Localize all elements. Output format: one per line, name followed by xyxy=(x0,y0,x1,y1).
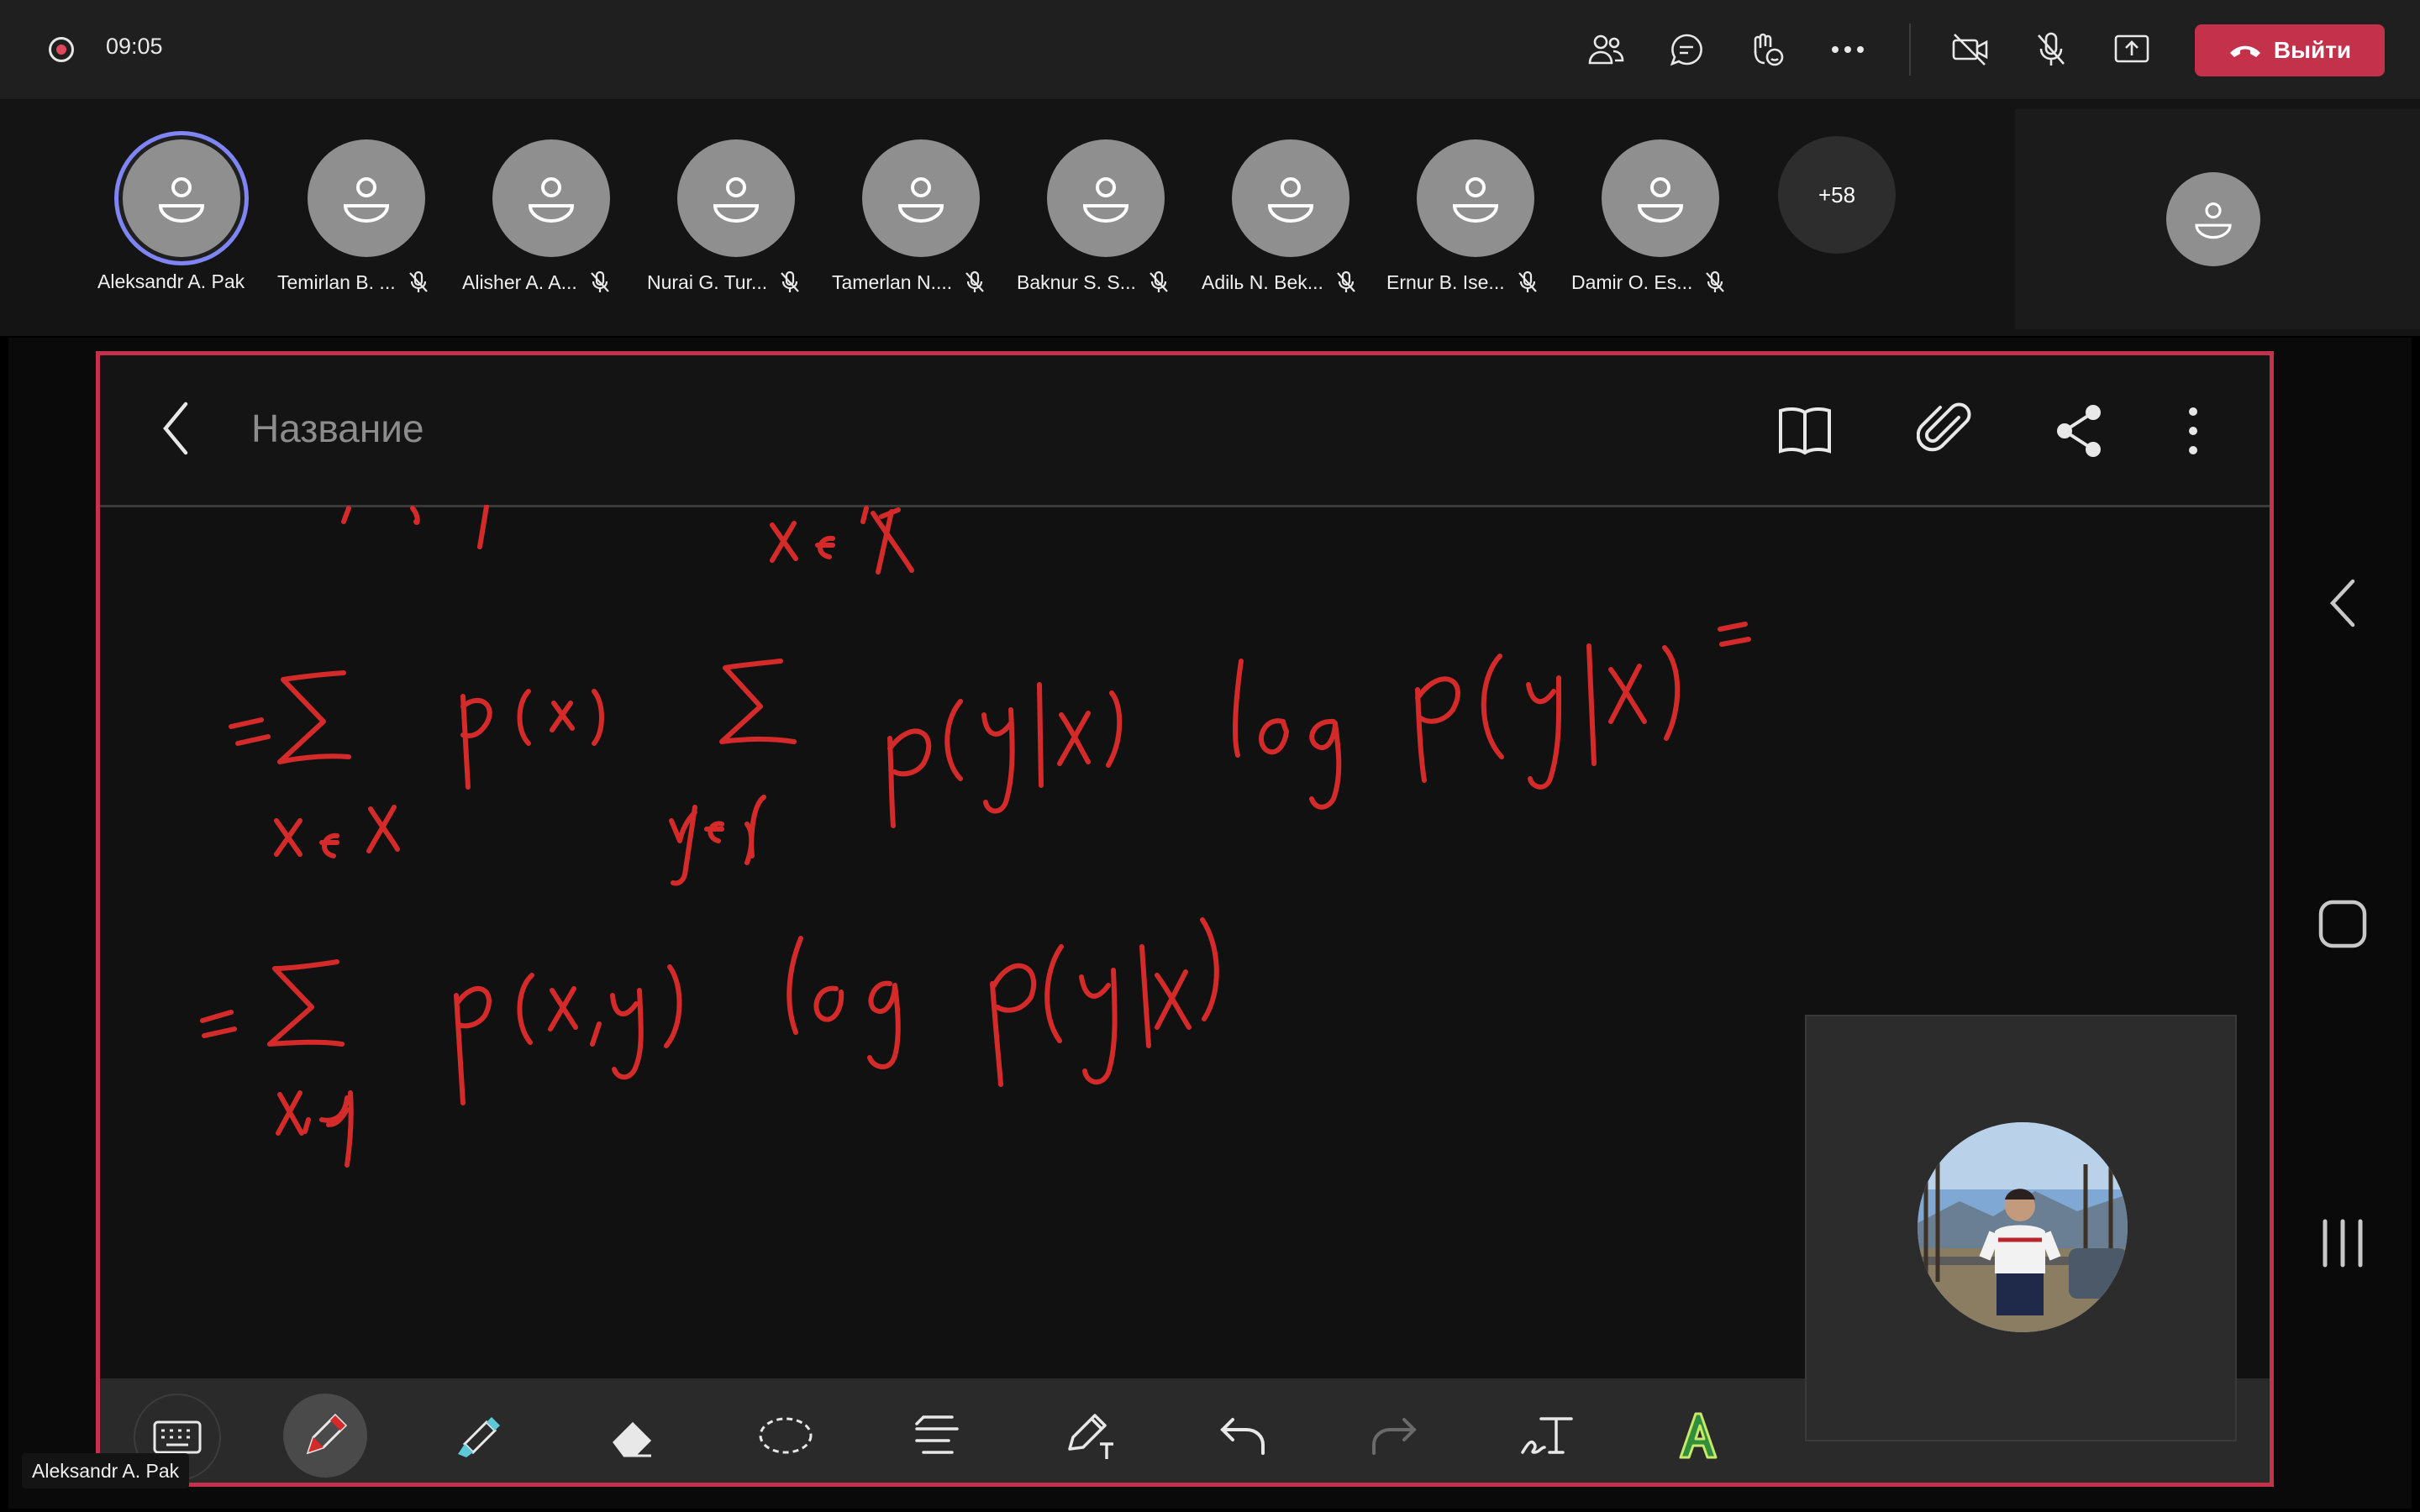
mic-off-icon xyxy=(1150,270,1168,292)
participant-tile[interactable]: Alisher A. A... xyxy=(462,139,639,307)
nav-home-icon[interactable] xyxy=(2301,882,2385,966)
participant-tile[interactable]: Tamerlan N.... xyxy=(832,139,1008,307)
book-icon[interactable] xyxy=(1776,404,1834,458)
leave-label: Выйти xyxy=(2273,37,2352,63)
participant-tile[interactable]: Baknur S. S... xyxy=(1017,139,1193,307)
avatar xyxy=(2166,172,2260,266)
participant-name: Tamerlan N.... xyxy=(832,270,953,293)
back-icon[interactable] xyxy=(159,399,192,458)
avatar xyxy=(1047,139,1165,257)
nav-back-icon[interactable] xyxy=(2301,561,2385,645)
participant-name: Baknur S. S... xyxy=(1017,270,1136,293)
mic-off-icon xyxy=(408,270,428,292)
eraser-icon[interactable] xyxy=(591,1394,675,1478)
self-avatar-photo xyxy=(1918,1122,2128,1332)
share-icon[interactable] xyxy=(2054,404,2105,458)
text-style-icon[interactable] xyxy=(1656,1394,1740,1478)
note-title[interactable]: Название xyxy=(251,406,424,451)
avatar xyxy=(862,139,980,257)
avatar xyxy=(677,139,795,257)
presenter-name: Aleksandr A. Pak xyxy=(22,1453,190,1488)
meeting-timer: 09:05 xyxy=(106,34,163,59)
avatar xyxy=(123,139,240,257)
align-text-icon[interactable] xyxy=(895,1394,979,1478)
participant-name: Ernur B. Ise... xyxy=(1386,270,1505,293)
mic-off-icon xyxy=(965,270,984,292)
notes-header: Название xyxy=(100,355,2270,507)
mic-off-icon xyxy=(781,270,799,292)
undo-icon[interactable] xyxy=(1201,1394,1285,1478)
participant-tile[interactable]: Aleksandr A. Pak xyxy=(92,139,269,307)
share-screen-icon[interactable] xyxy=(2109,27,2154,72)
android-nav-bar xyxy=(2274,351,2412,1487)
camera-off-icon[interactable] xyxy=(1948,27,1993,72)
ink-strokes xyxy=(200,505,1751,1168)
participant-name: Nurai G. Tur... xyxy=(647,270,768,293)
redo-icon[interactable] xyxy=(1352,1394,1436,1478)
toolbar-divider xyxy=(1909,24,1911,76)
person-icon xyxy=(1637,177,1684,223)
mic-off-icon xyxy=(1706,270,1725,292)
person-icon xyxy=(897,177,944,223)
person-icon xyxy=(528,177,575,223)
participant-tile[interactable]: Ernur B. Ise... xyxy=(1386,139,1563,307)
participant-name: Aleksandr A. Pak xyxy=(97,270,245,292)
participant-name: Alisher A. A... xyxy=(462,270,577,293)
people-icon[interactable] xyxy=(1583,27,1628,72)
pen-icon[interactable] xyxy=(283,1394,367,1478)
pen-settings-icon[interactable] xyxy=(1048,1394,1132,1478)
highlighter-icon[interactable] xyxy=(436,1394,520,1478)
mic-off-icon[interactable] xyxy=(2028,27,2074,72)
reactions-icon[interactable] xyxy=(1744,27,1790,72)
avatar xyxy=(492,139,610,257)
avatar xyxy=(308,139,425,257)
participant-name: Adilь N. Bek... xyxy=(1202,270,1323,293)
participant-name: Damir O. Es... xyxy=(1571,270,1693,293)
participant-tile[interactable]: Adilь N. Bek... xyxy=(1202,139,1378,307)
chat-icon[interactable] xyxy=(1664,27,1709,72)
lasso-icon[interactable] xyxy=(744,1394,828,1478)
more-icon[interactable] xyxy=(1825,27,1870,72)
participant-name: Temirlan B. ... xyxy=(277,270,396,293)
person-icon xyxy=(1452,177,1499,223)
person-icon xyxy=(343,177,390,223)
person-icon xyxy=(713,177,760,223)
mic-off-icon xyxy=(590,270,609,292)
mic-off-icon xyxy=(1518,270,1537,292)
mic-off-icon xyxy=(1337,270,1355,292)
nav-recents-icon[interactable] xyxy=(2301,1201,2385,1285)
leave-button[interactable]: Выйти xyxy=(2195,24,2385,76)
attach-icon[interactable] xyxy=(1917,401,1975,459)
participant-tile[interactable]: Damir O. Es... xyxy=(1571,139,1748,307)
handwriting-to-text-icon[interactable] xyxy=(1505,1394,1589,1478)
participant-tile[interactable]: Nurai G. Tur... xyxy=(647,139,823,307)
meeting-toolbar: 09:05 Выйти xyxy=(0,0,2420,99)
avatar xyxy=(1232,139,1349,257)
person-icon xyxy=(1082,177,1129,223)
hangup-icon xyxy=(2229,45,2260,57)
person-icon xyxy=(158,177,205,223)
avatar xyxy=(1602,139,1719,257)
person-icon xyxy=(2195,202,2232,239)
more-participants-button[interactable]: +58 xyxy=(1778,136,1896,254)
avatar xyxy=(1417,139,1534,257)
self-video-tile[interactable] xyxy=(1805,1015,2237,1441)
person-icon xyxy=(1267,177,1314,223)
participant-tile[interactable]: Temirlan B. ... xyxy=(277,139,454,307)
kebab-menu-icon[interactable] xyxy=(2187,406,2199,456)
record-icon xyxy=(49,37,74,62)
